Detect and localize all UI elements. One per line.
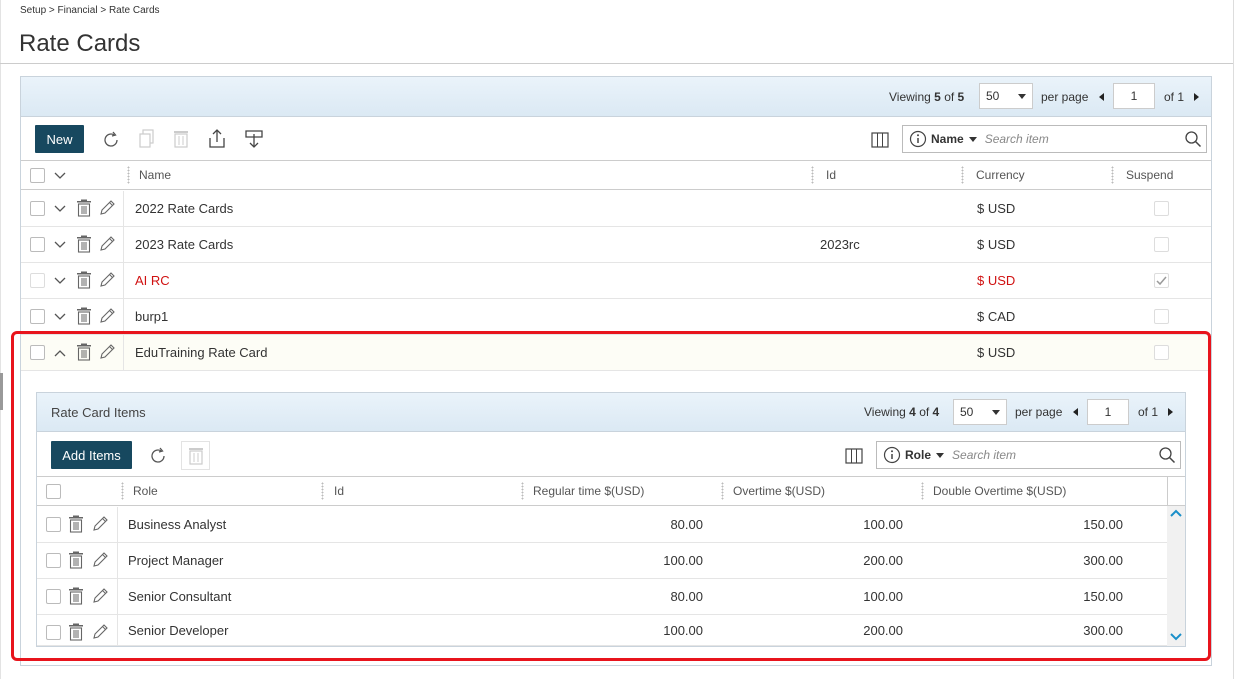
cell-name[interactable]: AI RC [135, 263, 170, 298]
per-page-label: per page [1041, 90, 1089, 104]
row-checkbox[interactable] [30, 309, 45, 324]
suspend-checkbox[interactable] [1154, 273, 1169, 288]
trash-icon[interactable] [75, 235, 93, 253]
table-row[interactable]: 2022 Rate Cards $ USD [21, 191, 1211, 227]
highlight-annotation [11, 331, 1211, 661]
chevron-down-icon[interactable] [53, 169, 67, 183]
column-divider [123, 299, 124, 334]
trash-icon[interactable] [75, 307, 93, 325]
export-icon[interactable] [206, 128, 228, 150]
copy-icon[interactable] [137, 128, 157, 150]
cell-id: 2023rc [820, 237, 860, 252]
edit-icon[interactable] [98, 307, 116, 325]
row-checkbox[interactable] [30, 273, 45, 288]
cell-currency: $ USD [977, 201, 1016, 216]
search-box[interactable]: Name Search item [902, 125, 1207, 153]
import-icon[interactable] [243, 128, 265, 150]
edit-icon[interactable] [98, 235, 116, 253]
column-header-id[interactable]: Id [826, 161, 836, 189]
column-grip[interactable] [1111, 166, 1114, 184]
cell-currency: $ USD [977, 273, 1016, 288]
viewing-total: 5 [957, 90, 965, 104]
cell-currency: $ CAD [977, 309, 1016, 324]
search-field-select[interactable]: Name [931, 132, 964, 146]
column-divider [123, 227, 124, 262]
viewing-info: Viewing 5 of 5 [889, 90, 964, 104]
refresh-icon[interactable] [101, 130, 121, 150]
search-input[interactable]: Search item [985, 132, 1184, 146]
breadcrumb[interactable]: Setup > Financial > Rate Cards [20, 5, 160, 16]
table-row[interactable]: burp1 $ CAD [21, 299, 1211, 335]
suspend-checkbox[interactable] [1154, 201, 1169, 216]
caret-down-icon[interactable] [968, 136, 977, 142]
left-border [0, 0, 1, 679]
page-number-input[interactable]: 1 [1113, 83, 1155, 109]
trash-icon[interactable] [75, 271, 93, 289]
row-checkbox[interactable] [30, 201, 45, 216]
edit-icon[interactable] [98, 271, 116, 289]
viewing-prefix: Viewing [889, 90, 931, 104]
viewing-of: of [944, 90, 955, 104]
select-all-checkbox[interactable] [30, 168, 45, 183]
delete-icon[interactable] [170, 128, 192, 150]
edit-icon[interactable] [98, 199, 116, 217]
total-pages: of 1 [1164, 90, 1185, 104]
suspend-checkbox[interactable] [1154, 237, 1169, 252]
table-row[interactable]: 2023 Rate Cards 2023rc $ USD [21, 227, 1211, 263]
column-divider [123, 191, 124, 226]
cell-name[interactable]: 2023 Rate Cards [135, 227, 233, 262]
check-icon [1156, 276, 1167, 286]
chevron-down-icon[interactable] [53, 274, 67, 288]
chevron-down-icon[interactable] [53, 238, 67, 252]
grid-column-header: Name Id Currency Suspend [21, 160, 1211, 190]
new-button[interactable]: New [35, 125, 84, 153]
page-title: Rate Cards [19, 30, 141, 57]
column-header-currency[interactable]: Currency [976, 161, 1025, 189]
row-checkbox[interactable] [30, 237, 45, 252]
suspend-checkbox[interactable] [1154, 309, 1169, 324]
column-header-name[interactable]: Name [139, 161, 171, 189]
cell-name[interactable]: 2022 Rate Cards [135, 191, 233, 226]
next-page-icon[interactable] [1194, 93, 1199, 101]
search-icon[interactable] [1184, 130, 1202, 148]
column-divider [123, 263, 124, 298]
column-header-suspend[interactable]: Suspend [1126, 161, 1173, 189]
side-panel-tab[interactable] [0, 373, 3, 410]
column-grip[interactable] [127, 166, 130, 184]
chevron-down-icon [1018, 94, 1026, 99]
info-icon [909, 130, 927, 148]
cell-currency: $ USD [977, 237, 1016, 252]
grid-pager-bar: Viewing 5 of 5 50 per page 1 of 1 [21, 77, 1211, 117]
column-grip[interactable] [961, 166, 964, 184]
trash-icon[interactable] [75, 199, 93, 217]
viewing-count: 5 [934, 90, 941, 104]
header-divider [0, 63, 1233, 64]
per-page-select[interactable]: 50 [979, 83, 1033, 109]
table-row[interactable]: AI RC $ USD [21, 263, 1211, 299]
per-page-value: 50 [986, 89, 1000, 103]
column-grip[interactable] [811, 166, 814, 184]
cell-name[interactable]: burp1 [135, 299, 168, 334]
columns-icon[interactable] [871, 131, 889, 149]
right-border [1233, 0, 1234, 679]
chevron-down-icon[interactable] [53, 202, 67, 216]
prev-page-icon[interactable] [1099, 93, 1104, 101]
chevron-down-icon[interactable] [53, 310, 67, 324]
